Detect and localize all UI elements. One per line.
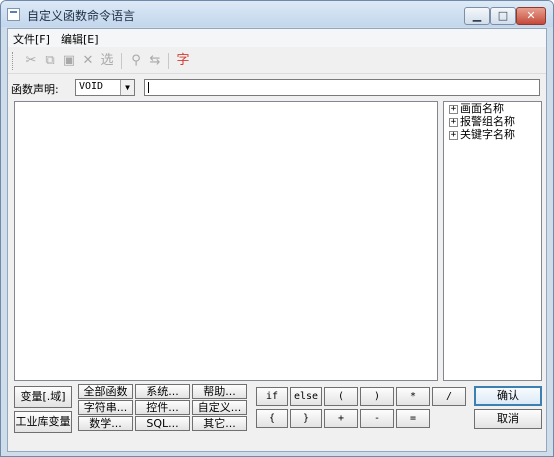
- tree-node-label: 报警组名称: [460, 115, 515, 128]
- plus-button[interactable]: +: [324, 409, 358, 428]
- window-title: 自定义函数命令语言: [27, 9, 136, 23]
- maximize-icon: □: [497, 9, 509, 22]
- tree-node-label: 关键字名称: [460, 128, 515, 141]
- keyword-if-button[interactable]: if: [256, 387, 288, 406]
- expand-icon[interactable]: +: [449, 105, 458, 114]
- tree-node-screen-names[interactable]: + 画面名称: [449, 103, 504, 115]
- string-functions-button[interactable]: 字符串...: [78, 400, 133, 415]
- toolbar-separator: [168, 53, 169, 69]
- right-paren-button[interactable]: ): [360, 387, 394, 406]
- minimize-button[interactable]: ▁: [464, 7, 490, 25]
- function-signature-input[interactable]: [144, 79, 540, 96]
- cut-icon[interactable]: ✂: [22, 52, 40, 70]
- chevron-down-icon[interactable]: ▼: [120, 80, 134, 95]
- minimize-icon: ▁: [472, 9, 482, 22]
- copy-icon[interactable]: ⧉: [41, 52, 59, 70]
- tree-node-alarm-group-names[interactable]: + 报警组名称: [449, 116, 515, 128]
- font-icon[interactable]: 字: [174, 52, 192, 70]
- declaration-label: 函数声明:: [11, 83, 59, 96]
- multiply-button[interactable]: *: [396, 387, 430, 406]
- library-variables-button[interactable]: 工业库变量: [14, 411, 72, 433]
- divide-button[interactable]: /: [432, 387, 466, 406]
- sql-functions-button[interactable]: SQL...: [135, 416, 190, 431]
- maximize-button[interactable]: □: [490, 7, 516, 25]
- declaration-row: 函数声明: VOID ▼: [8, 77, 546, 99]
- menu-edit[interactable]: 编辑[E]: [61, 31, 99, 47]
- system-functions-button[interactable]: 系统...: [135, 384, 190, 399]
- control-functions-button[interactable]: 控件...: [135, 400, 190, 415]
- title-bar[interactable]: 自定义函数命令语言 ▁ □ ✕: [1, 1, 553, 27]
- find-icon[interactable]: ⚲: [127, 52, 145, 70]
- close-icon: ✕: [526, 9, 536, 22]
- menu-file[interactable]: 文件[F]: [13, 31, 50, 47]
- delete-icon[interactable]: ✕: [79, 52, 97, 70]
- ok-button[interactable]: 确认: [474, 386, 542, 406]
- other-functions-button[interactable]: 其它...: [192, 416, 247, 431]
- return-type-select[interactable]: VOID ▼: [75, 79, 135, 96]
- cancel-button[interactable]: 取消: [474, 409, 542, 429]
- app-icon: [7, 8, 20, 21]
- name-tree[interactable]: + 画面名称 + 报警组名称 + 关键字名称: [443, 101, 542, 381]
- minus-button[interactable]: -: [360, 409, 394, 428]
- left-paren-button[interactable]: (: [324, 387, 358, 406]
- replace-icon[interactable]: ⇆: [146, 52, 164, 70]
- tree-node-keyword-names[interactable]: + 关键字名称: [449, 129, 515, 141]
- paste-icon[interactable]: ▣: [60, 52, 78, 70]
- dialog-window: 自定义函数命令语言 ▁ □ ✕ 文件[F] 编辑[E] ✂ ⧉ ▣ ✕ 选 ⚲ …: [0, 0, 554, 457]
- right-brace-button[interactable]: }: [290, 409, 322, 428]
- select-icon[interactable]: 选: [98, 52, 116, 70]
- equals-button[interactable]: =: [396, 409, 430, 428]
- variables-button[interactable]: 变量[.域]: [14, 386, 72, 408]
- toolbar-separator: [121, 53, 122, 69]
- toolbar-grip[interactable]: [12, 52, 14, 70]
- toolbar: ✂ ⧉ ▣ ✕ 选 ⚲ ⇆ 字: [8, 48, 546, 74]
- text-caret: [148, 82, 149, 93]
- expand-icon[interactable]: +: [449, 131, 458, 140]
- math-functions-button[interactable]: 数学...: [78, 416, 133, 431]
- help-button[interactable]: 帮助...: [192, 384, 247, 399]
- return-type-value: VOID: [79, 81, 104, 92]
- menu-bar: 文件[F] 编辑[E]: [8, 29, 546, 47]
- code-editor[interactable]: [14, 101, 438, 381]
- close-button[interactable]: ✕: [516, 7, 546, 25]
- tree-node-label: 画面名称: [460, 102, 504, 115]
- keyword-else-button[interactable]: else: [290, 387, 322, 406]
- client-area: 文件[F] 编辑[E] ✂ ⧉ ▣ ✕ 选 ⚲ ⇆ 字 函数声明: VOID ▼: [7, 28, 547, 452]
- all-functions-button[interactable]: 全部函数: [78, 384, 133, 399]
- expand-icon[interactable]: +: [449, 118, 458, 127]
- custom-functions-button[interactable]: 自定义...: [192, 400, 247, 415]
- left-brace-button[interactable]: {: [256, 409, 288, 428]
